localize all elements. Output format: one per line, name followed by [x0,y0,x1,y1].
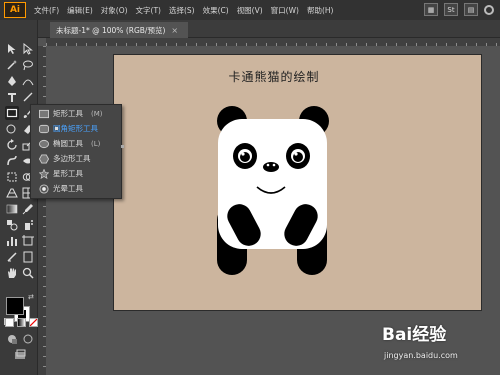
shape-tools-flyout: 矩形工具 (M) 圆角矩形工具 椭圆工具 (L) 多边形工具 星形工具 光晕工具 [30,104,124,199]
screen-mode-icon[interactable] [13,348,27,362]
rectangle-tool-icon[interactable] [5,106,19,120]
shaper-tool-icon[interactable] [5,122,19,136]
menu-view[interactable]: 视图(V) [237,5,263,16]
slice-tool-icon[interactable] [5,250,19,264]
horizontal-ruler[interactable] [46,38,500,46]
rounded-rectangle-icon [38,123,49,134]
close-tab-icon[interactable]: × [171,26,178,35]
sync-settings-icon[interactable] [484,4,494,15]
menu-help[interactable]: 帮助(H) [307,5,334,16]
flare-icon [38,183,49,194]
draw-behind-icon[interactable] [21,332,35,346]
blend-tool-icon[interactable] [5,218,19,232]
free-transform-tool-icon[interactable] [5,170,19,184]
document-tab-title: 未标题-1* @ 100% (RGB/预览) [56,25,166,35]
flyout-item-shortcut: (L) [91,139,101,148]
panda-nose [263,162,279,172]
flyout-item-shortcut: (M) [91,109,103,118]
menu-select[interactable]: 选择(S) [169,5,195,16]
artboard[interactable]: 卡通熊猫的绘制 [113,54,482,311]
flyout-item-label: 多边形工具 [53,154,91,163]
selection-tool-icon[interactable] [5,42,19,56]
flyout-item-label: 椭圆工具 [53,139,83,148]
direct-selection-tool-icon[interactable] [21,42,35,56]
rectangle-icon [38,108,49,119]
symbol-sprayer-tool-icon[interactable] [21,218,35,232]
menu-bar: Ai 文件(F) 编辑(E) 对象(O) 文字(T) 选择(S) 效果(C) 视… [0,0,500,20]
gradient-tool-icon[interactable] [5,202,19,216]
flyout-item-ellipse[interactable]: 椭圆工具 (L) [31,136,123,151]
warp-tool-icon[interactable] [5,154,19,168]
rotate-tool-icon[interactable] [5,138,19,152]
color-mode-icon[interactable] [5,318,14,327]
perspective-grid-tool-icon[interactable] [5,186,19,200]
vertical-ruler[interactable] [38,46,46,375]
artboard-tool-icon[interactable] [21,234,35,248]
ellipse-icon [38,138,49,149]
curvature-tool-icon[interactable] [21,74,35,88]
flyout-item-rectangle[interactable]: 矩形工具 (M) [31,106,123,121]
flyout-item-rounded-rectangle[interactable]: 圆角矩形工具 [31,121,123,136]
menubar-right: ▦ St ▤ [424,3,494,16]
flyout-item-label: 星形工具 [53,169,83,178]
baidu-watermark: Bai经验 jingyan.baidu.com [382,320,494,368]
hand-tool-icon[interactable] [5,266,19,280]
magic-wand-tool-icon[interactable] [5,58,19,72]
polygon-icon [38,153,49,164]
drawing-mode-icon[interactable] [5,332,19,346]
menu-type[interactable]: 文字(T) [136,5,161,16]
fill-color-swatch[interactable] [6,297,24,315]
menu-effect[interactable]: 效果(C) [203,5,229,16]
app-logo: Ai [4,2,26,18]
watermark-brand: Bai经验 [382,325,447,345]
star-icon [38,168,49,179]
watermark-url: jingyan.baidu.com [384,351,458,360]
flyout-item-flare[interactable]: 光晕工具 [31,181,123,196]
bridge-button[interactable]: ▦ [424,3,438,16]
swap-colors-icon[interactable]: ⇄ [28,293,34,301]
zoom-tool-icon[interactable] [21,266,35,280]
illustrator-window: Ai 文件(F) 编辑(E) 对象(O) 文字(T) 选择(S) 效果(C) 视… [0,0,500,375]
line-segment-tool-icon[interactable] [21,90,35,104]
arrange-documents-button[interactable]: ▤ [464,3,478,16]
pen-tool-icon[interactable] [5,74,19,88]
type-tool-icon[interactable] [5,90,19,104]
flyout-item-polygon[interactable]: 多边形工具 [31,151,123,166]
tearoff-handle[interactable] [121,145,124,148]
stock-button[interactable]: St [444,3,458,16]
menu-edit[interactable]: 编辑(E) [67,5,93,16]
flyout-item-label: 矩形工具 [53,109,83,118]
panda-illustration[interactable] [114,55,483,312]
print-tiling-tool-icon[interactable] [21,250,35,264]
column-graph-tool-icon[interactable] [5,234,19,248]
gradient-mode-icon[interactable] [17,318,26,327]
menu-window[interactable]: 窗口(W) [271,5,299,16]
flyout-item-label: 圆角矩形工具 [53,124,98,133]
menu-object[interactable]: 对象(O) [101,5,128,16]
flyout-item-label: 光晕工具 [53,184,83,193]
lasso-tool-icon[interactable] [21,58,35,72]
document-tab[interactable]: 未标题-1* @ 100% (RGB/预览) × [50,22,189,38]
flyout-item-star[interactable]: 星形工具 [31,166,123,181]
menu-file[interactable]: 文件(F) [34,5,59,16]
eyedropper-tool-icon[interactable] [21,202,35,216]
current-tool-marker [55,127,58,130]
none-mode-icon[interactable] [29,318,38,327]
document-tab-bar: 未标题-1* @ 100% (RGB/预览) × [38,20,500,38]
